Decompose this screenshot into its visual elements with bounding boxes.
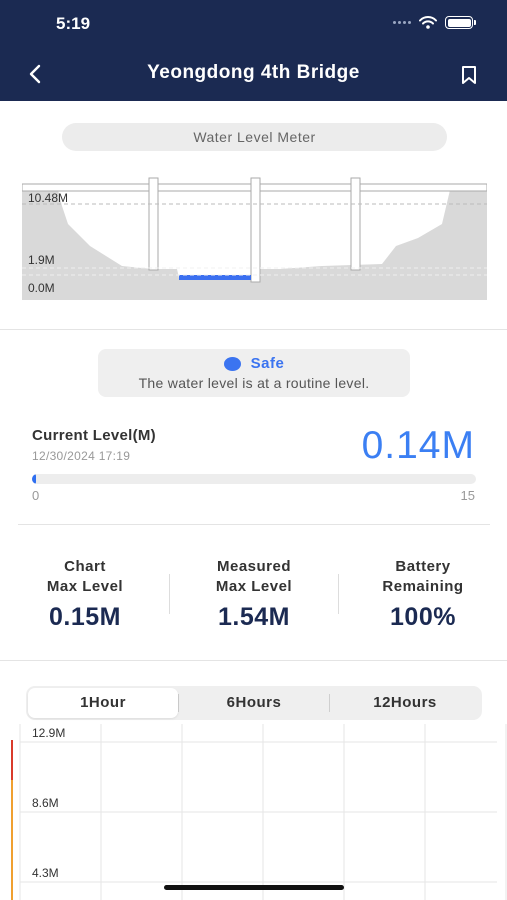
page-title: Yeongdong 4th Bridge [147, 62, 360, 83]
status-icons [393, 16, 476, 29]
bridge-pier [350, 177, 361, 271]
current-level-label: Current Level(M) [32, 427, 156, 444]
section-divider [0, 660, 507, 661]
time-range-tabs: 1Hour 6Hours 12Hours [26, 686, 482, 720]
bookmark-icon [462, 66, 476, 84]
wifi-icon [419, 16, 437, 29]
status-dot-icon [223, 356, 241, 371]
progress-min-label: 0 [32, 488, 40, 503]
stat-label-line2: Remaining [382, 578, 464, 595]
level-progress-bar [32, 474, 476, 484]
chart-y-tick-label: 12.9M [32, 726, 65, 740]
level-label-top: 10.48M [28, 191, 68, 205]
stat-value: 100% [390, 603, 456, 631]
stat-label-line2: Max Level [215, 578, 293, 595]
stat-label-line1: Measured [216, 558, 292, 575]
status-message: The water level is at a routine level. [138, 375, 370, 391]
chart-y-tick-label: 4.3M [32, 866, 59, 880]
section-divider [0, 329, 507, 330]
bridge-pier [250, 177, 261, 283]
stat-divider [338, 574, 339, 614]
stat-measured-max-level: Measured Max Level 1.54M [189, 557, 319, 632]
section-divider [18, 524, 490, 525]
app-header: 5:19 Yeongdong 4th Bridge [0, 0, 507, 101]
tab-6hours[interactable]: 6Hours [179, 688, 329, 718]
status-label: Safe [250, 355, 285, 372]
stat-label-line2: Max Level [46, 578, 124, 595]
water-level-diagram: 10.48M 1.9M 0.0M [22, 176, 487, 300]
current-level-timestamp: 12/30/2024 17:19 [32, 449, 131, 463]
water-fill [179, 275, 251, 280]
level-progress-fill [32, 474, 37, 484]
tab-1hour[interactable]: 1Hour [28, 688, 178, 718]
signal-dots-icon [393, 21, 411, 24]
stat-battery-remaining: Battery Remaining 100% [358, 557, 488, 632]
water-level-meter-label: Water Level Meter [62, 123, 447, 151]
tab-12hours[interactable]: 12Hours [330, 688, 480, 718]
level-label-warning: 1.9M [28, 253, 55, 267]
progress-max-label: 15 [460, 488, 475, 503]
stat-label-line1: Battery [395, 558, 451, 575]
level-label-base: 0.0M [28, 281, 55, 295]
bridge-pier [148, 177, 159, 271]
water-level-chart: 12.9M 8.6M 4.3M [11, 724, 507, 900]
status-time: 5:19 [56, 14, 91, 33]
stat-value: 0.15M [49, 603, 121, 631]
stat-divider [169, 574, 170, 614]
stat-chart-max-level: Chart Max Level 0.15M [20, 557, 150, 632]
safety-status-card: Safe The water level is at a routine lev… [98, 349, 410, 397]
home-indicator [164, 885, 344, 890]
chart-y-tick-label: 8.6M [32, 796, 59, 810]
current-level-value: 0.14M [361, 424, 475, 467]
stat-value: 1.54M [218, 603, 290, 631]
stat-label-line1: Chart [64, 558, 106, 575]
battery-icon [445, 16, 476, 29]
bookmark-button[interactable] [457, 63, 481, 87]
